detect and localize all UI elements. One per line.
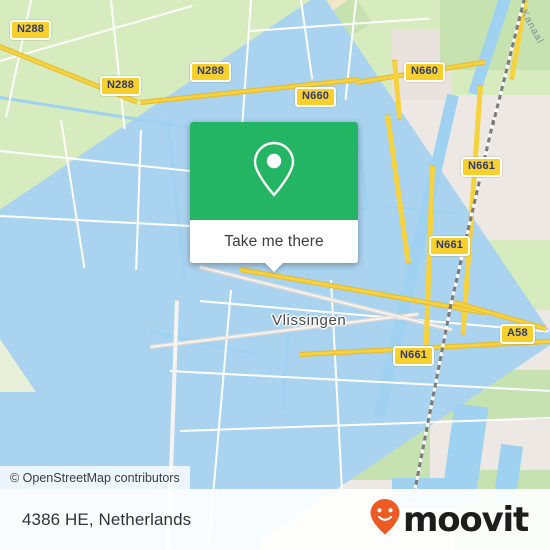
map-pin-icon bbox=[251, 139, 297, 204]
road-shield-n288[interactable]: N288 bbox=[100, 76, 142, 96]
road-shield-n288[interactable]: N288 bbox=[190, 62, 232, 82]
road-shield-a58[interactable]: A58 bbox=[500, 324, 535, 344]
moovit-logo[interactable]: moovit bbox=[369, 498, 529, 541]
moovit-smiley-pin-icon bbox=[369, 498, 401, 541]
take-me-there-button[interactable]: Take me there bbox=[224, 233, 324, 251]
popup-marker-panel bbox=[190, 122, 358, 220]
road-shield-n661[interactable]: N661 bbox=[461, 157, 503, 177]
popup-action-bar[interactable]: Take me there bbox=[190, 220, 358, 272]
road-shield-n661[interactable]: N661 bbox=[393, 346, 435, 366]
road-shield-n661[interactable]: N661 bbox=[429, 236, 471, 256]
road-shield-n660[interactable]: N660 bbox=[404, 62, 446, 82]
place-label-vlissingen: Vlissingen bbox=[272, 312, 347, 329]
map-screenshot: Kanaal Vlissingen N288 N288 N288 N660 N6… bbox=[0, 0, 550, 550]
popup-pointer-tail bbox=[264, 262, 284, 272]
location-popup-card[interactable]: Take me there bbox=[190, 122, 358, 272]
attribution-text: © OpenStreetMap contributors bbox=[10, 470, 180, 485]
map-attribution[interactable]: © OpenStreetMap contributors bbox=[0, 466, 190, 489]
footer-bar: 4386 HE, Netherlands moovit bbox=[0, 489, 550, 550]
moovit-wordmark: moovit bbox=[402, 499, 529, 540]
address-label: 4386 HE, Netherlands bbox=[22, 509, 192, 529]
road-shield-n660[interactable]: N660 bbox=[295, 87, 337, 107]
road-shield-n288[interactable]: N288 bbox=[10, 20, 52, 40]
